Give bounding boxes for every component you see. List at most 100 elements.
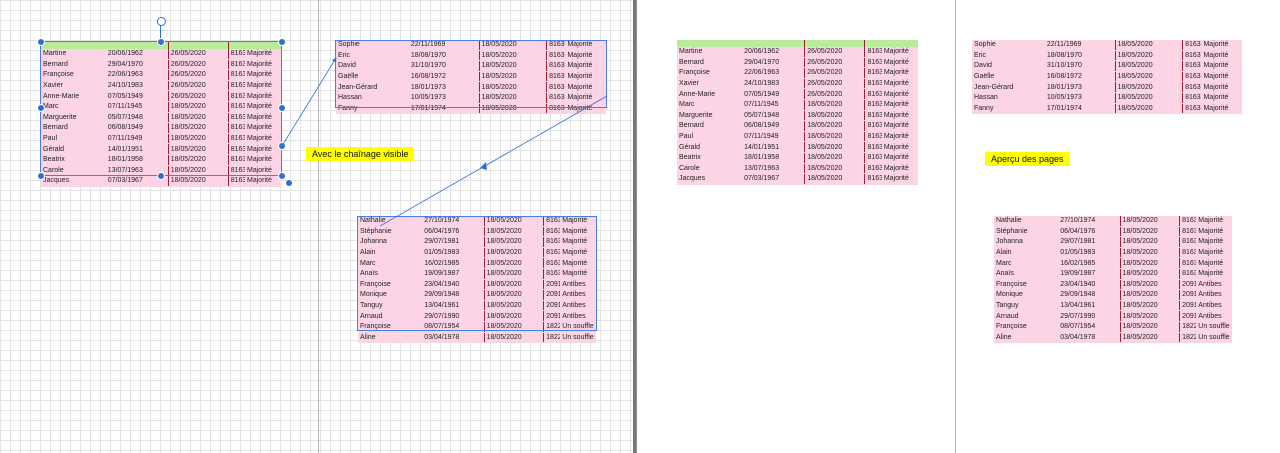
table-cell: 8163 [864, 173, 882, 185]
table-cell: Majorité [881, 47, 918, 58]
table-cell: 29/04/1970 [742, 57, 806, 69]
table-cell: Françoise [677, 67, 743, 79]
table-cell: Anaïs [994, 268, 1059, 280]
table-cell: Majorité [881, 131, 918, 143]
table-cell: 8163 [864, 57, 882, 69]
table-cell: Majorité [1201, 50, 1242, 62]
table-row: Jacques 07/03/1967 18/05/2020 8163 Majorité [677, 173, 918, 185]
header-cell [881, 40, 918, 47]
table-cell: Aline [994, 332, 1059, 344]
table-cell: 18/05/2020 [804, 163, 866, 175]
table-cell: Majorité [881, 57, 918, 69]
table-cell: 2091 [1179, 279, 1197, 291]
table-cell: Nathalie [994, 216, 1059, 227]
table-cell: 18/05/2020 [1120, 247, 1181, 259]
table-row: Gérald 14/01/1951 18/05/2020 8163 Majorité [677, 141, 918, 153]
table-cell: 18/05/2020 [1120, 289, 1181, 301]
table-cell: Majorité [881, 99, 918, 111]
table-cell: 8163 [864, 163, 882, 175]
table-row: Xavier 24/10/1983 26/05/2020 8163 Majorité [677, 78, 918, 90]
table-cell: Xavier [677, 78, 743, 90]
table-cell: 8163 [1179, 268, 1197, 280]
table-cell: 8163 [1182, 81, 1202, 93]
table-cell: 05/07/1948 [742, 110, 806, 122]
table-cell: 18/05/2020 [1115, 103, 1184, 115]
table-cell: 06/04/1976 [1058, 226, 1121, 238]
table-cell: Majorité [1196, 216, 1232, 227]
table-cell: 22/06/1963 [742, 67, 806, 79]
table-cell: 07/11/1945 [742, 99, 806, 111]
table-cell: 13/04/1961 [1058, 300, 1121, 312]
table-cell: 18/05/2020 [1120, 310, 1181, 322]
table-cell: 18/05/2020 [1120, 257, 1181, 269]
table-cell: Majorité [881, 88, 918, 100]
table-cell: Un souffle [1196, 321, 1232, 333]
table-cell: Stéphanie [994, 226, 1059, 238]
table-row: Bernard 06/08/1949 18/05/2020 8163 Majorité [677, 120, 918, 132]
table-cell: 18/05/2020 [1115, 60, 1184, 72]
preview-table-3: Nathalie 27/10/1974 18/05/2020 8163 Majorité… [994, 216, 1232, 344]
table-cell: 26/05/2020 [804, 78, 866, 90]
table-cell: Johanna [994, 236, 1059, 248]
table-cell: Majorité [1196, 226, 1232, 238]
table-cell: 18/05/2020 [1120, 216, 1181, 227]
header-cell [677, 40, 743, 47]
table-row: Arnaud 29/07/1990 18/05/2020 2091 Antibes [994, 310, 1232, 322]
page-preview: Martine 20/06/1962 26/05/2020 8163 Majorité B… [637, 0, 1280, 453]
table-row: Martine 20/06/1962 26/05/2020 8163 Majorité [677, 47, 918, 58]
table-row: Carole 13/07/1963 18/05/2020 8163 Majorité [677, 163, 918, 175]
table-row: Johanna 29/07/1981 18/05/2020 8163 Majorité [994, 236, 1232, 248]
header-cell [742, 40, 806, 47]
table-cell: 22/11/1969 [1044, 40, 1116, 51]
table-cell: 19/09/1987 [1058, 268, 1121, 280]
table-cell: 8163 [1182, 103, 1202, 115]
page-boundary-preview [955, 0, 956, 453]
preview-callout-label: Aperçu des pages [985, 152, 1070, 166]
table-cell: 8163 [864, 152, 882, 164]
table-cell: 07/11/1949 [742, 131, 806, 143]
table-cell: Majorité [881, 141, 918, 153]
table-cell: Carole [677, 163, 743, 175]
table-cell: Françoise [994, 321, 1059, 333]
table-cell: 8163 [1182, 92, 1202, 104]
table-cell: 8163 [864, 47, 882, 58]
table-cell: Paul [677, 131, 743, 143]
editor-canvas[interactable]: Martine 20/06/1962 26/05/2020 8163 Majorité B… [0, 0, 636, 453]
table-cell: 8163 [864, 120, 882, 132]
table-cell: Beatrix [677, 152, 743, 164]
table-cell: Majorité [1201, 103, 1242, 115]
table-cell: 2091 [1179, 289, 1197, 301]
preview-table-1: Martine 20/06/1962 26/05/2020 8163 Majorité B… [677, 40, 918, 185]
table-cell: 8163 [864, 67, 882, 79]
table-cell: 08/07/1954 [1058, 321, 1121, 333]
table-cell: Marguerite [677, 110, 743, 122]
table-cell: 17/01/1974 [1044, 103, 1116, 115]
table-cell: 18/05/2020 [804, 152, 866, 164]
table-cell: Bernard [677, 120, 743, 132]
table-cell: 18/05/2020 [804, 120, 866, 132]
table-row: Françoise 22/06/1963 26/05/2020 8163 Majorit… [677, 67, 918, 79]
table-cell: Majorité [1196, 268, 1232, 280]
table-cell: 8163 [1179, 236, 1197, 248]
table-cell: 18/08/1970 [1044, 50, 1116, 62]
table-cell: Tanguy [994, 300, 1059, 312]
table-cell: Antibes [1196, 310, 1232, 322]
table-cell: 8163 [1179, 226, 1197, 238]
table-cell: 07/03/1967 [742, 173, 806, 185]
table-row: Nathalie 27/10/1974 18/05/2020 8163 Majorité [994, 216, 1232, 227]
table-row: Marguerite 05/07/1948 18/05/2020 8163 Majori… [677, 110, 918, 122]
table-cell: 8163 [864, 110, 882, 122]
table-row: Paul 07/11/1949 18/05/2020 8163 Majorité [677, 131, 918, 143]
table-cell: 18/05/2020 [1120, 321, 1181, 333]
table-cell: 29/07/1981 [1058, 236, 1121, 248]
table-cell: Majorité [1196, 236, 1232, 248]
table-row: Bernard 29/04/1970 26/05/2020 8163 Majorité [677, 57, 918, 69]
table-cell: Françoise [994, 279, 1059, 291]
table-row: Monique 29/09/1948 18/05/2020 2091 Antibes [994, 289, 1232, 301]
table-cell: 1822 [1179, 321, 1197, 333]
table-cell: 26/05/2020 [804, 47, 866, 58]
table-cell: 8163 [864, 88, 882, 100]
table-cell: Majorité [881, 152, 918, 164]
table-cell: 18/05/2020 [1115, 92, 1184, 104]
table-row: Fanny 17/01/1974 18/05/2020 8163 Majorité [972, 103, 1242, 115]
